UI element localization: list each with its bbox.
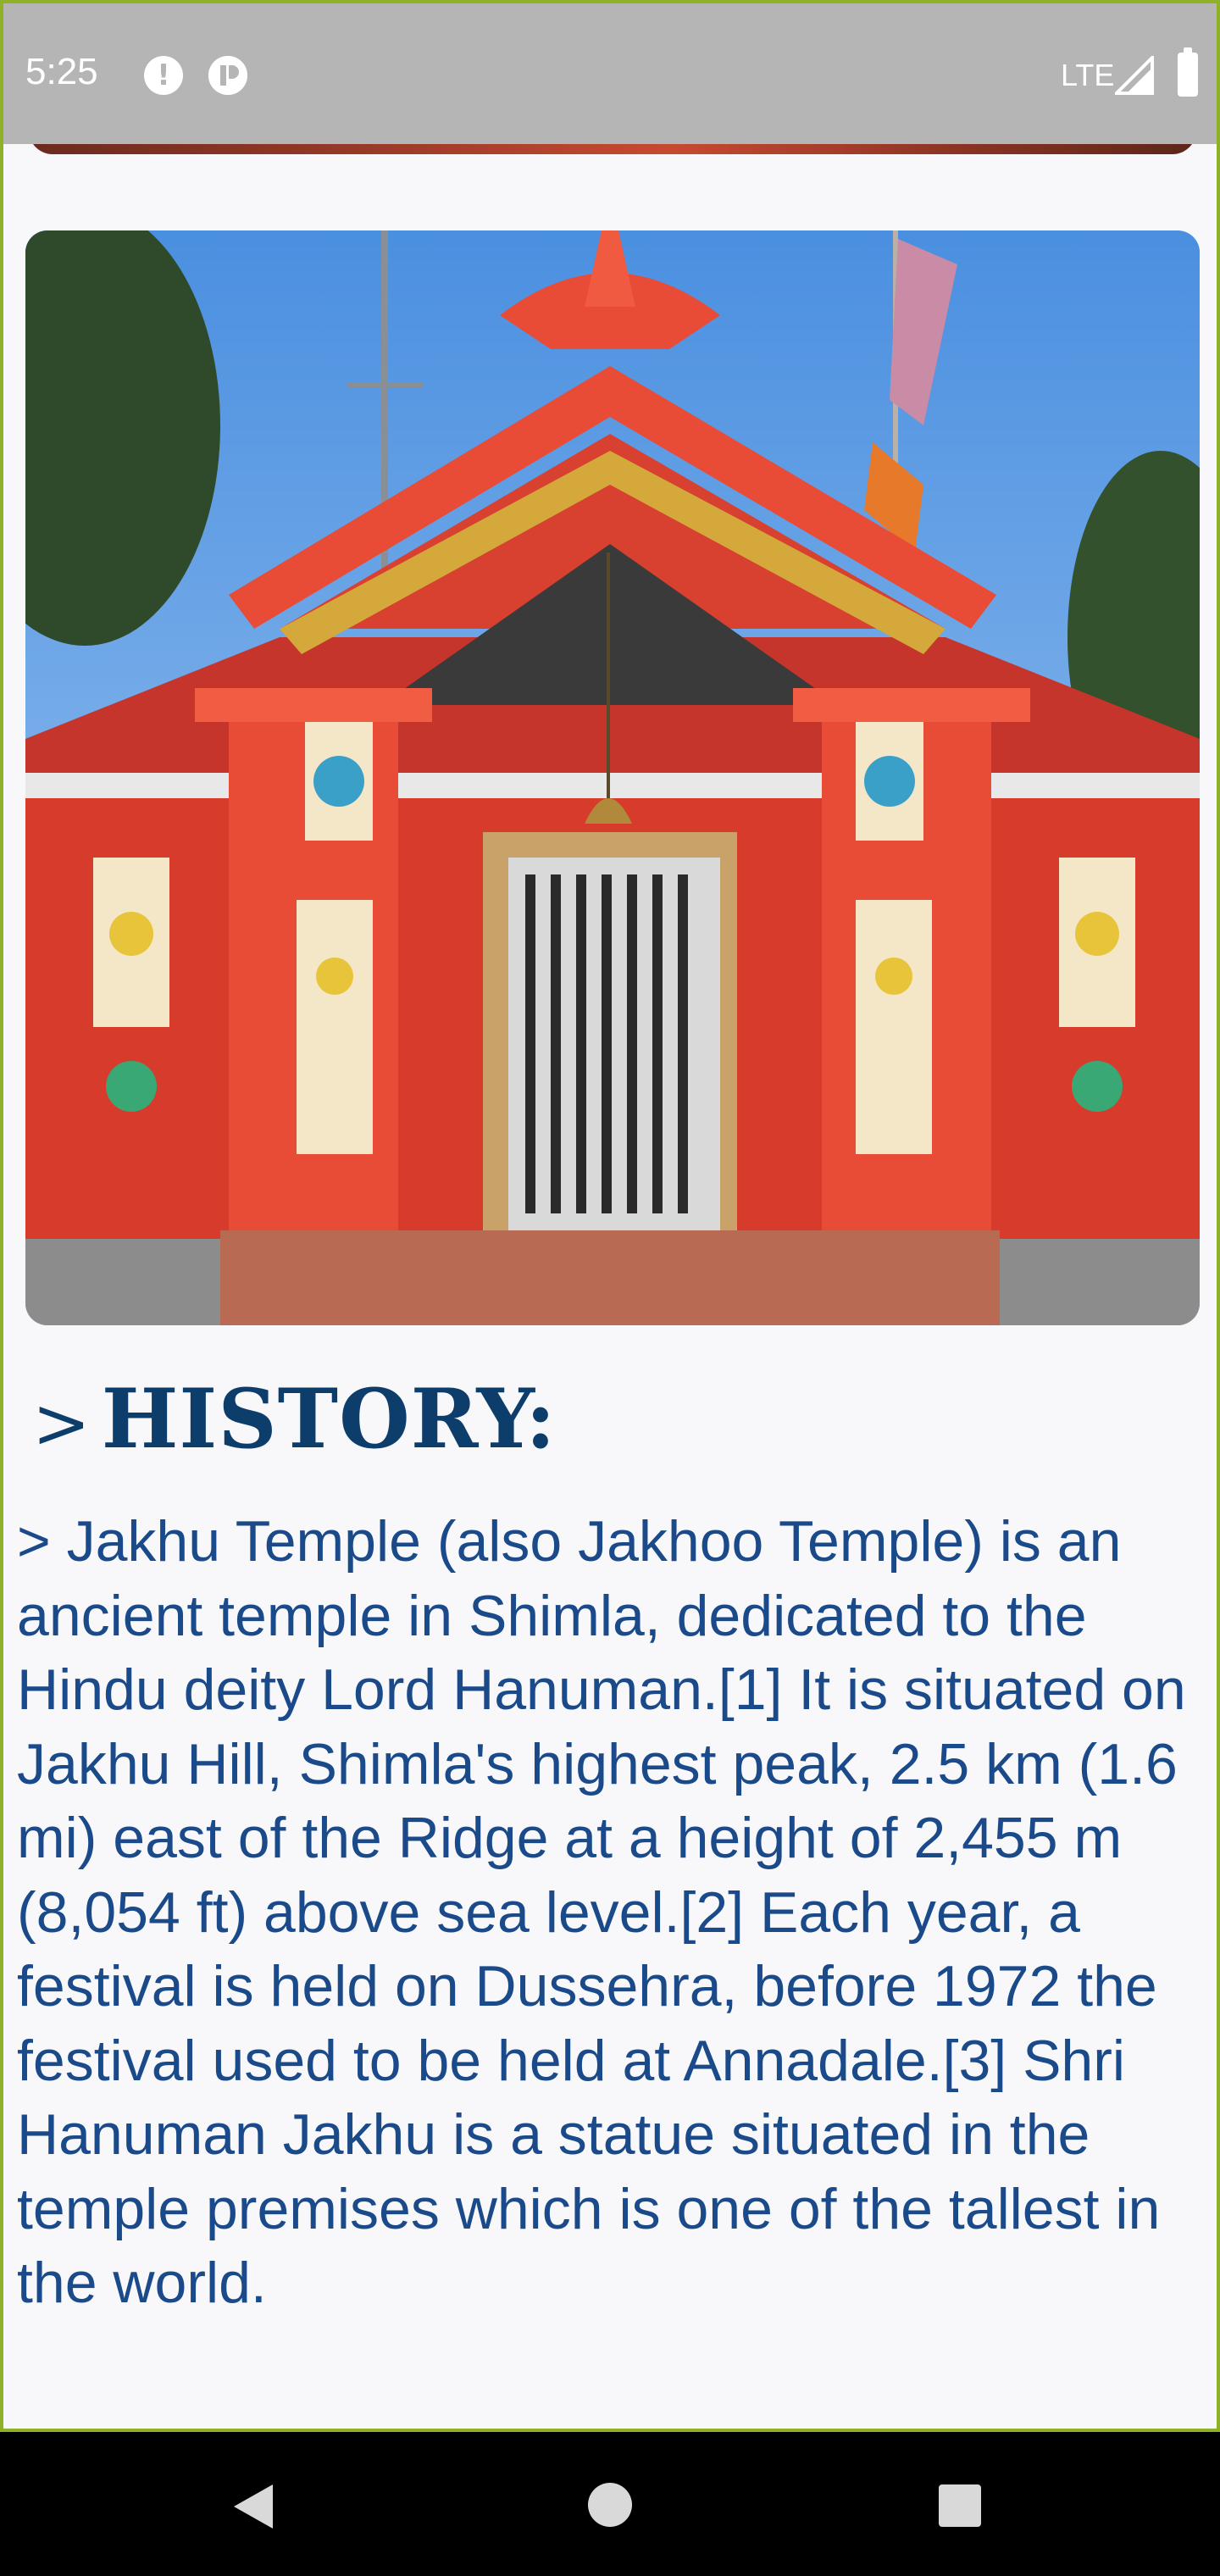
- navigation-bar: [0, 2432, 1220, 2576]
- alert-icon: !: [144, 56, 183, 95]
- status-time: 5:25: [25, 51, 98, 92]
- home-icon[interactable]: [588, 2483, 632, 2527]
- temple-image: [25, 230, 1200, 1325]
- history-paragraph: > Jakhu Temple (also Jakhoo Temple) is a…: [17, 1509, 1186, 2315]
- scroll-content[interactable]: > HISTORY: > Jakhu Temple (also Jakhoo Te…: [0, 144, 1220, 2432]
- network-label: LTE: [1061, 58, 1115, 92]
- heading-text: HISTORY:: [101, 1371, 557, 1467]
- signal-icon: [1115, 56, 1154, 95]
- history-heading: > HISTORY:: [32, 1371, 557, 1467]
- back-icon[interactable]: [234, 2484, 273, 2529]
- status-bar: 5:25 ! LTE: [0, 0, 1220, 144]
- heading-arrow: >: [32, 1384, 92, 1464]
- previous-image-edge: [29, 144, 1196, 154]
- app-screen: 5:25 ! LTE > HISTORY: > Jakhu Temple (al…: [0, 0, 1220, 2576]
- battery-icon: [1178, 47, 1198, 97]
- vpn-icon: [208, 56, 247, 95]
- recents-icon[interactable]: [939, 2484, 981, 2527]
